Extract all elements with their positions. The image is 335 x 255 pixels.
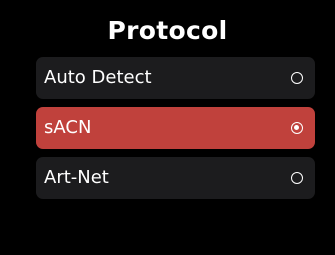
radio-selected-icon xyxy=(291,122,303,134)
option-auto-detect[interactable]: Auto Detect xyxy=(36,57,315,99)
option-art-net[interactable]: Art-Net xyxy=(36,157,315,199)
radio-unselected-icon xyxy=(291,172,303,184)
radio-unselected-icon xyxy=(291,72,303,84)
option-label: Art-Net xyxy=(44,167,109,188)
page-title: Protocol xyxy=(107,16,228,45)
protocol-screen: Protocol Auto Detect sACN Art-Net xyxy=(0,0,335,255)
option-label: sACN xyxy=(44,117,92,138)
option-label: Auto Detect xyxy=(44,67,152,88)
protocol-options-list: Auto Detect sACN Art-Net xyxy=(36,57,315,207)
option-sacn[interactable]: sACN xyxy=(36,107,315,149)
